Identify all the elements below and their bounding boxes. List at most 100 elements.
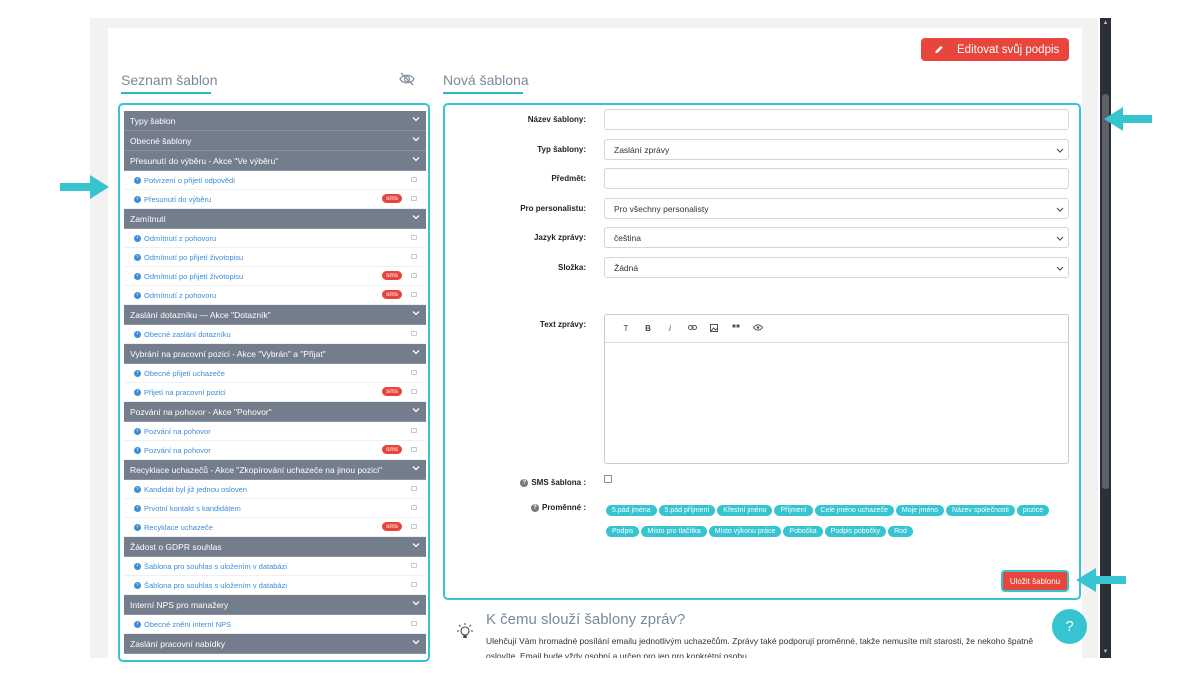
variable-chip[interactable]: Křestní jméno: [717, 505, 773, 516]
variable-chip[interactable]: Příjmení: [774, 505, 813, 516]
language-select[interactable]: čeština: [604, 227, 1069, 248]
template-category-label: Obecné šablony: [130, 135, 192, 146]
eye-off-icon[interactable]: [398, 71, 416, 87]
image-icon[interactable]: [703, 323, 725, 334]
template-item[interactable]: › Pozvání na pohovor sms: [124, 441, 426, 460]
help-button[interactable]: ?: [1052, 609, 1087, 644]
template-category[interactable]: Přesunutí do výběru - Akce "Ve výběru": [124, 151, 426, 171]
scroll-thumb[interactable]: [1102, 94, 1109, 489]
help-icon[interactable]: ?: [520, 478, 529, 487]
template-category-label: Žádost o GDPR souhlas: [130, 541, 222, 552]
scroll-down-icon[interactable]: ▼: [1102, 649, 1109, 655]
template-item-label: Recyklace uchazeče: [144, 522, 213, 532]
recruiter-label: Pro personalistu:: [520, 204, 586, 213]
variable-chip[interactable]: Podpis: [606, 526, 640, 537]
arrow-right-circle-icon: ›: [134, 388, 141, 396]
template-list: Typy šablon Obecné šablony Přesunutí do vý…: [118, 103, 430, 662]
save-template-button[interactable]: Uložit šablonu: [1001, 570, 1069, 592]
template-item[interactable]: › Pozvání na pohovor: [124, 422, 426, 441]
link-icon[interactable]: [681, 324, 703, 333]
variable-chip[interactable]: Pobočka: [783, 526, 823, 537]
email-icon: [411, 447, 417, 452]
template-item[interactable]: › Přesunutí do výběru sms: [124, 190, 426, 209]
variable-chip[interactable]: Moje jméno: [895, 505, 945, 516]
arrow-right-circle-icon: ›: [134, 581, 141, 589]
chevron-down-icon: [1056, 236, 1064, 241]
type-label: Typ šablony:: [537, 145, 586, 154]
template-item[interactable]: › Obecné znění interní NPS: [124, 615, 426, 634]
template-category[interactable]: Zaslání dotazníku — Akce "Dotazník": [124, 305, 426, 325]
variable-chip[interactable]: Místo pro tlačítka: [641, 526, 707, 537]
email-icon: [411, 621, 417, 626]
pointer-arrow-icon: [60, 175, 109, 199]
template-item[interactable]: › Odmítnutí po přijetí životopisu: [124, 248, 426, 267]
template-category[interactable]: Interní NPS pro manažery: [124, 595, 426, 615]
email-icon: [411, 292, 417, 297]
bold-button[interactable]: B: [637, 324, 659, 333]
template-category[interactable]: Zamítnutí: [124, 209, 426, 229]
variable-chip[interactable]: Celé jméno uchazeče: [814, 505, 894, 516]
template-item[interactable]: › Recyklace uchazeče sms: [124, 518, 426, 537]
template-item[interactable]: › Přijetí na pracovní pozici sms: [124, 383, 426, 402]
template-item[interactable]: › Prvotní kontakt s kandidátem: [124, 499, 426, 518]
template-item-label: Odmítnutí z pohovoru: [144, 290, 217, 300]
variable-chip[interactable]: Podpis pobočky: [824, 526, 887, 537]
subject-input[interactable]: [604, 168, 1069, 189]
template-category[interactable]: Zaslání pracovní nabídky: [124, 634, 426, 654]
template-item-label: Odmítnutí z pohovoru: [144, 233, 217, 243]
variable-chip[interactable]: 5.pád jména: [606, 505, 657, 516]
scroll-up-icon[interactable]: ▲: [1102, 20, 1109, 26]
template-item[interactable]: › Obecné přijetí uchazeče: [124, 364, 426, 383]
recruiter-select[interactable]: Pro všechny personalisty: [604, 198, 1069, 219]
arrow-right-circle-icon: ›: [134, 562, 141, 570]
sms-badge: sms: [382, 271, 402, 280]
edit-signature-button[interactable]: Editovat svůj podpis: [921, 38, 1069, 61]
template-item[interactable]: › Kandidát byl již jednou osloven: [124, 480, 426, 499]
type-value: Zaslání zprávy: [614, 144, 670, 155]
text-style-button[interactable]: T: [615, 324, 637, 333]
arrow-right-circle-icon: ›: [134, 427, 141, 435]
text-label: Text zprávy:: [539, 320, 586, 329]
chevron-down-icon: [412, 213, 420, 221]
template-category[interactable]: Vybrání na pracovní pozici - Akce "Vybrá…: [124, 344, 426, 364]
variable-chip[interactable]: Název společnosti: [946, 505, 1015, 516]
type-select[interactable]: Zaslání zprávy: [604, 139, 1069, 160]
page: Editovat svůj podpis Seznam šablon Nová …: [0, 0, 1200, 675]
template-category[interactable]: Typy šablon: [124, 111, 426, 131]
template-category[interactable]: Žádost o GDPR souhlas: [124, 537, 426, 557]
template-category[interactable]: Obecné šablony: [124, 131, 426, 151]
template-list-scroll[interactable]: Typy šablon Obecné šablony Přesunutí do vý…: [124, 111, 426, 659]
quote-icon[interactable]: [725, 324, 747, 333]
chevron-down-icon: [412, 599, 420, 607]
folder-select[interactable]: Žádná: [604, 257, 1069, 278]
preview-icon[interactable]: [747, 324, 769, 333]
arrow-right-circle-icon: ›: [134, 369, 141, 377]
template-item[interactable]: › Šablona pro souhlas s uložením v databá…: [124, 576, 426, 595]
sms-badge: sms: [382, 445, 402, 454]
italic-button[interactable]: i: [659, 324, 681, 333]
name-input[interactable]: [604, 109, 1069, 130]
chevron-down-icon: [1056, 266, 1064, 271]
email-icon: [411, 331, 417, 336]
arrow-right-circle-icon: ›: [134, 523, 141, 531]
email-icon: [411, 389, 417, 394]
variable-chip[interactable]: 5.pád příjmení: [658, 505, 716, 516]
template-item[interactable]: › Šablona pro souhlas s uložením v databá…: [124, 557, 426, 576]
variable-chip[interactable]: Místo výkonu práce: [708, 526, 782, 537]
template-category[interactable]: Recyklace uchazečů - Akce "Zkopírování u…: [124, 460, 426, 480]
message-editor[interactable]: T B i: [604, 314, 1069, 464]
variables-label: ? Proměnné :: [446, 503, 586, 512]
template-item[interactable]: › Odmítnutí z pohovoru: [124, 229, 426, 248]
chevron-down-icon: [412, 638, 420, 646]
template-item[interactable]: › Potvrzení o přijetí odpovědi: [124, 171, 426, 190]
variable-chip[interactable]: pozice: [1016, 505, 1050, 516]
template-category-label: Recyklace uchazečů - Akce "Zkopírování u…: [130, 464, 383, 475]
template-category[interactable]: Pozvání na pohovor - Akce "Pohovor": [124, 402, 426, 422]
help-icon[interactable]: ?: [530, 503, 539, 512]
template-item[interactable]: › Odmítnutí po přijetí životopisu sms: [124, 267, 426, 286]
template-item[interactable]: › Obecné zaslání dotazníku: [124, 325, 426, 344]
sms-template-checkbox[interactable]: [604, 475, 612, 483]
arrow-right-circle-icon: ›: [134, 291, 141, 299]
template-item[interactable]: › Odmítnutí z pohovoru sms: [124, 286, 426, 305]
variable-chip[interactable]: Rod: [888, 526, 913, 537]
